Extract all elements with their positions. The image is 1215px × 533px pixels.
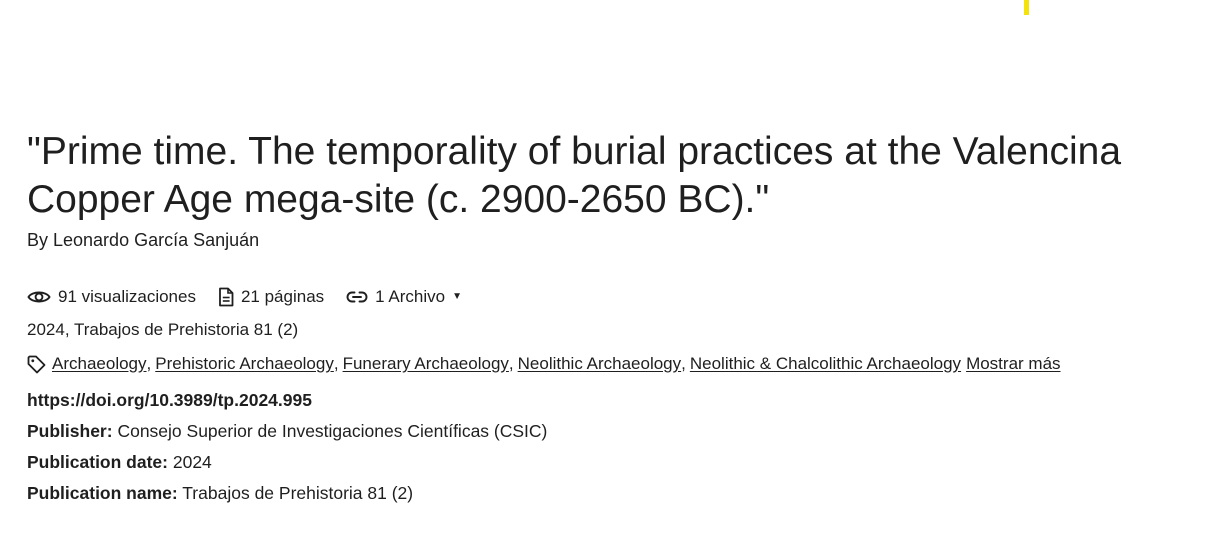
link-icon bbox=[346, 290, 368, 304]
paper-details: "Prime time. The temporality of burial p… bbox=[27, 128, 1197, 513]
tag-link[interactable]: Neolithic & Chalcolithic Archaeology bbox=[690, 353, 961, 375]
yellow-accent-mark bbox=[1024, 0, 1029, 15]
views-stat: 91 visualizaciones bbox=[27, 286, 196, 308]
tag-link[interactable]: Archaeology bbox=[52, 353, 147, 375]
document-icon bbox=[218, 287, 234, 307]
tag-link[interactable]: Neolithic Archaeology bbox=[518, 353, 681, 375]
tag-icon bbox=[27, 355, 46, 374]
pages-stat: 21 páginas bbox=[218, 286, 324, 308]
author-byline[interactable]: By Leonardo García Sanjuán bbox=[27, 229, 1197, 251]
publication-name-value: Trabajos de Prehistoria 81 (2) bbox=[182, 483, 414, 503]
publisher-value: Consejo Superior de Investigaciones Cien… bbox=[117, 421, 548, 441]
doi-row: https://doi.org/10.3989/tp.2024.995 bbox=[27, 389, 1197, 420]
research-tags: Archaeology, Prehistoric Archaeology, Fu… bbox=[27, 353, 1197, 375]
show-more-tags-link[interactable]: Mostrar más bbox=[966, 353, 1060, 375]
publication-name-row: Publication name: Trabajos de Prehistori… bbox=[27, 482, 1197, 513]
publication-date-value: 2024 bbox=[172, 452, 212, 472]
publisher-label: Publisher: bbox=[27, 421, 113, 441]
views-count: 91 visualizaciones bbox=[58, 287, 196, 306]
eye-icon bbox=[27, 289, 51, 305]
files-count: 1 Archivo bbox=[375, 287, 446, 306]
paper-title: "Prime time. The temporality of burial p… bbox=[27, 130, 1122, 221]
citation-line: 2024, Trabajos de Prehistoria 81 (2) bbox=[27, 320, 299, 339]
tag-link[interactable]: Funerary Archaeology bbox=[343, 353, 509, 375]
publisher-row: Publisher: Consejo Superior de Investiga… bbox=[27, 420, 1197, 451]
caret-down-icon: ▼ bbox=[452, 291, 462, 302]
files-dropdown-button[interactable]: 1 Archivo ▼ bbox=[346, 286, 462, 308]
tag-separator: , bbox=[333, 354, 339, 373]
pages-count: 21 páginas bbox=[240, 287, 325, 306]
publication-meta: https://doi.org/10.3989/tp.2024.995 Publ… bbox=[27, 389, 1197, 513]
publication-name-label: Publication name: bbox=[27, 483, 178, 503]
stats-bar: 91 visualizaciones 21 páginas 1 Archivo … bbox=[27, 286, 1197, 308]
tag-separator: , bbox=[146, 354, 152, 373]
publication-date-label: Publication date: bbox=[27, 452, 168, 472]
tag-separator: , bbox=[681, 354, 686, 373]
tag-separator: , bbox=[508, 354, 514, 373]
publication-date-row: Publication date: 2024 bbox=[27, 451, 1197, 482]
tag-link[interactable]: Prehistoric Archaeology bbox=[155, 353, 334, 375]
doi-link[interactable]: https://doi.org/10.3989/tp.2024.995 bbox=[27, 390, 312, 410]
